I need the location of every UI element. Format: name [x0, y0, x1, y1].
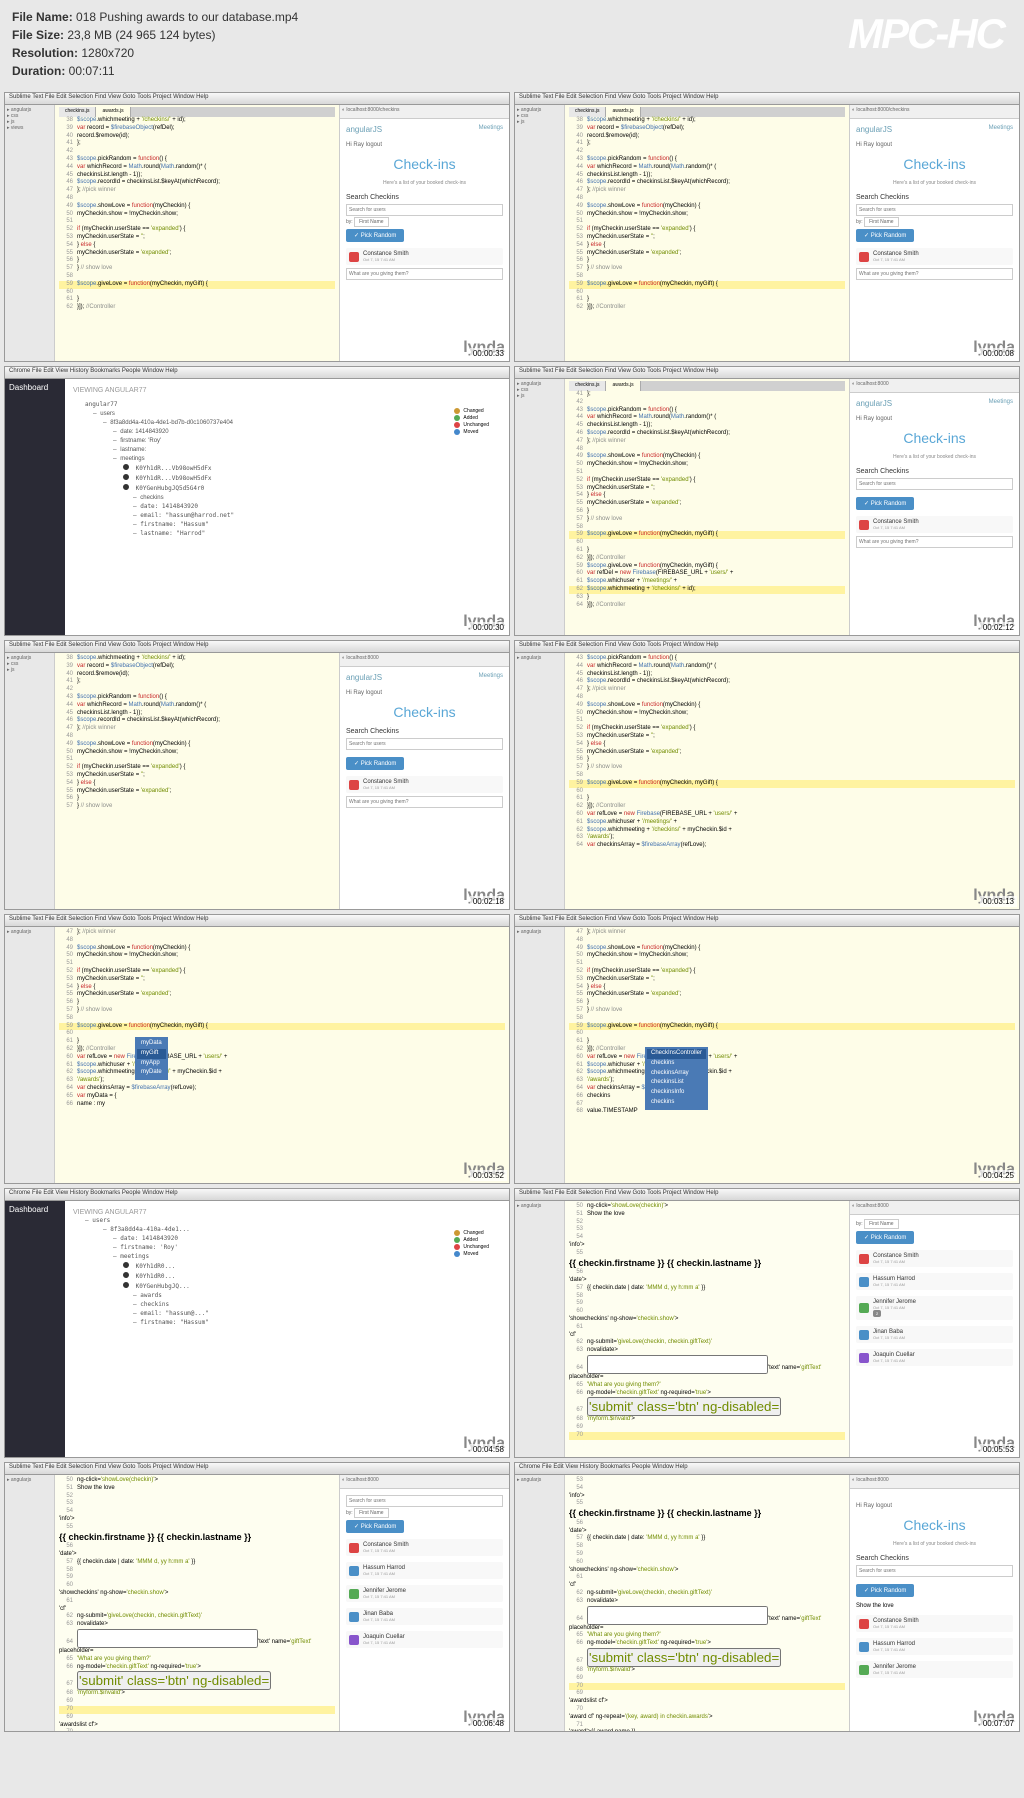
thumbnail-grid: Sublime Text File Edit Selection Find Vi…	[0, 88, 1024, 1736]
mpc-logo: MPC-HC	[848, 10, 1004, 58]
file-info-header: File Name: 018 Pushing awards to our dat…	[0, 0, 1024, 88]
thumbnail-5: Sublime Text File Edit Selection Find Vi…	[4, 640, 510, 910]
thumbnail-3: Chrome File Edit View History Bookmarks …	[4, 366, 510, 636]
search-input[interactable]	[346, 204, 503, 216]
browser-preview: ◐ localhost:8000/checkins angularJSMeeti…	[339, 105, 509, 361]
thumbnail-10: Sublime Text File Edit Selection Find Vi…	[514, 1188, 1020, 1458]
thumbnail-11: Sublime Text File Edit Selection Find Vi…	[4, 1462, 510, 1732]
editor-sidebar: ▸ angularjs▸ css▸ js▸ views	[5, 105, 55, 361]
thumbnail-12: Chrome File Edit View History Bookmarks …	[514, 1462, 1020, 1732]
code-editor[interactable]: checkins.jsawards.js 38$scope.whichmeeti…	[565, 105, 849, 361]
thumbnail-8: Sublime Text File Edit Selection Find Vi…	[514, 914, 1020, 1184]
thumbnail-9: Chrome File Edit View History Bookmarks …	[4, 1188, 510, 1458]
code-editor[interactable]: checkins.jsawards.js 38$scope.whichmeeti…	[55, 105, 339, 361]
firebase-sidebar: Dashboard	[5, 379, 65, 635]
thumbnail-1: Sublime Text File Edit Selection Find Vi…	[4, 92, 510, 362]
thumbnail-6: Sublime Text File Edit Selection Find Vi…	[514, 640, 1020, 910]
mac-menu-bar: Sublime Text File Edit Selection Find Vi…	[5, 93, 509, 105]
autocomplete-popup[interactable]: CheckInsController checkins checkinsArra…	[645, 1047, 708, 1110]
firebase-tree[interactable]: VIEWING ANGULAR77 angular77 — users — 8f…	[65, 379, 509, 635]
pick-random-button[interactable]: ✓ Pick Random	[346, 229, 404, 242]
thumbnail-4: Sublime Text File Edit Selection Find Vi…	[514, 366, 1020, 636]
thumbnail-7: Sublime Text File Edit Selection Find Vi…	[4, 914, 510, 1184]
autocomplete-popup[interactable]: myData myGift myApp myDate	[135, 1037, 168, 1080]
thumbnail-2: Sublime Text File Edit Selection Find Vi…	[514, 92, 1020, 362]
